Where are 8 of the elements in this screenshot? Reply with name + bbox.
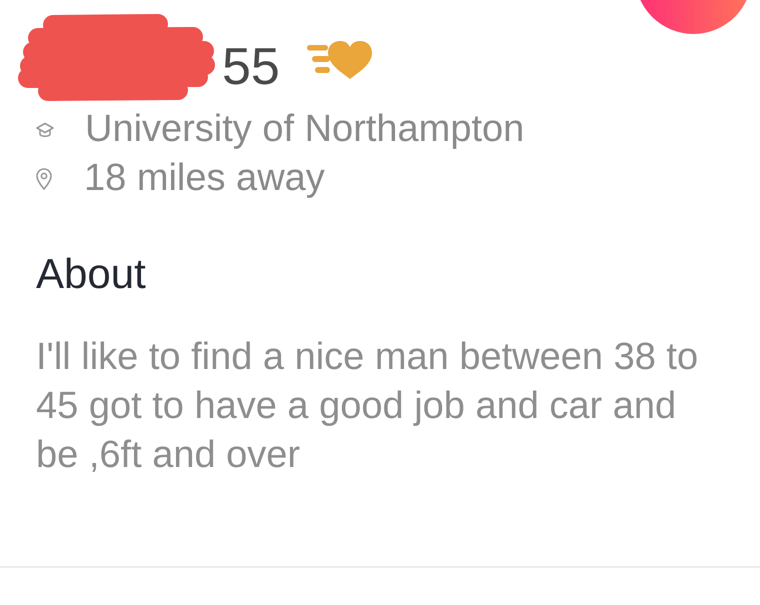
about-heading: About	[36, 249, 146, 299]
school-text: University of Northampton	[85, 107, 524, 152]
distance-text: 18 miles away	[84, 156, 325, 201]
heart-icon	[304, 40, 372, 80]
graduation-cap-icon	[36, 122, 54, 137]
location-pin-icon	[36, 168, 52, 190]
about-text: I'll like to find a nice man between 38 to 45 got to have a good job and car and be ,6ft and over	[36, 335, 700, 478]
age-text: 55	[222, 41, 280, 93]
